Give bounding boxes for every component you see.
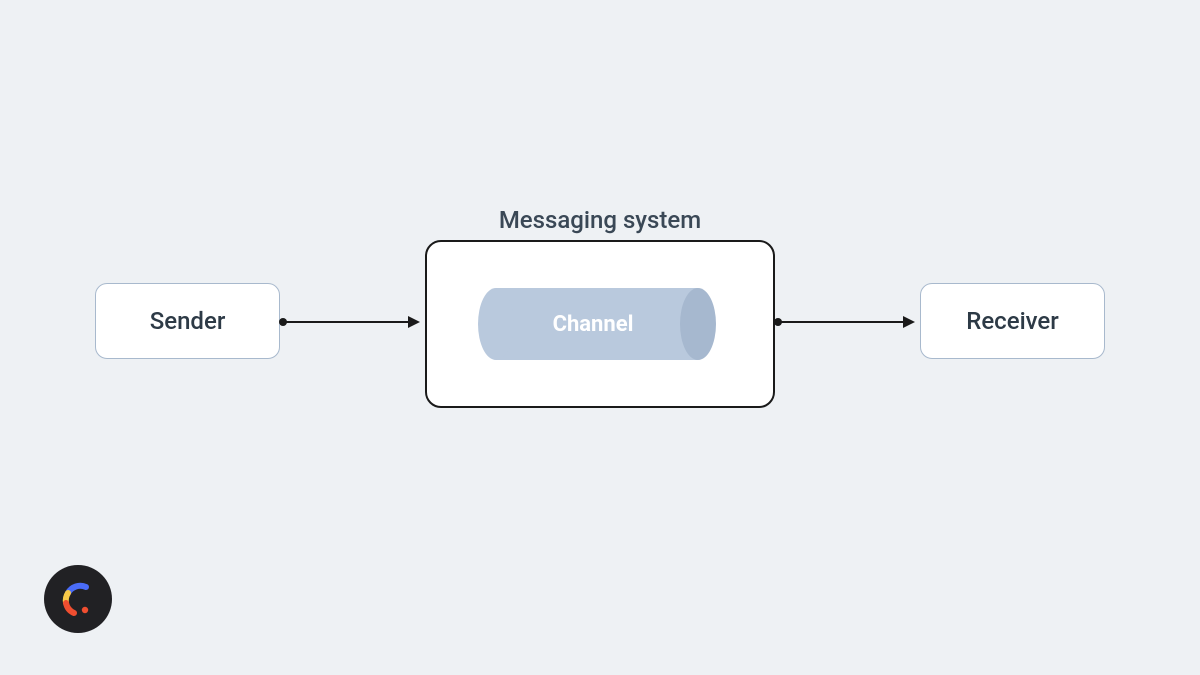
- arrow-messaging-to-receiver: [775, 315, 920, 335]
- sender-label: Sender: [150, 307, 226, 335]
- arrow-sender-to-messaging: [280, 315, 425, 335]
- channel-label: Channel: [478, 288, 708, 360]
- receiver-label: Receiver: [966, 307, 1059, 335]
- messaging-system-title: Messaging system: [425, 206, 775, 234]
- sender-node: Sender: [95, 283, 280, 359]
- diagram-canvas: Sender Messaging system Channel Receiver: [0, 0, 1200, 675]
- receiver-node: Receiver: [920, 283, 1105, 359]
- brand-logo-icon: [44, 565, 112, 633]
